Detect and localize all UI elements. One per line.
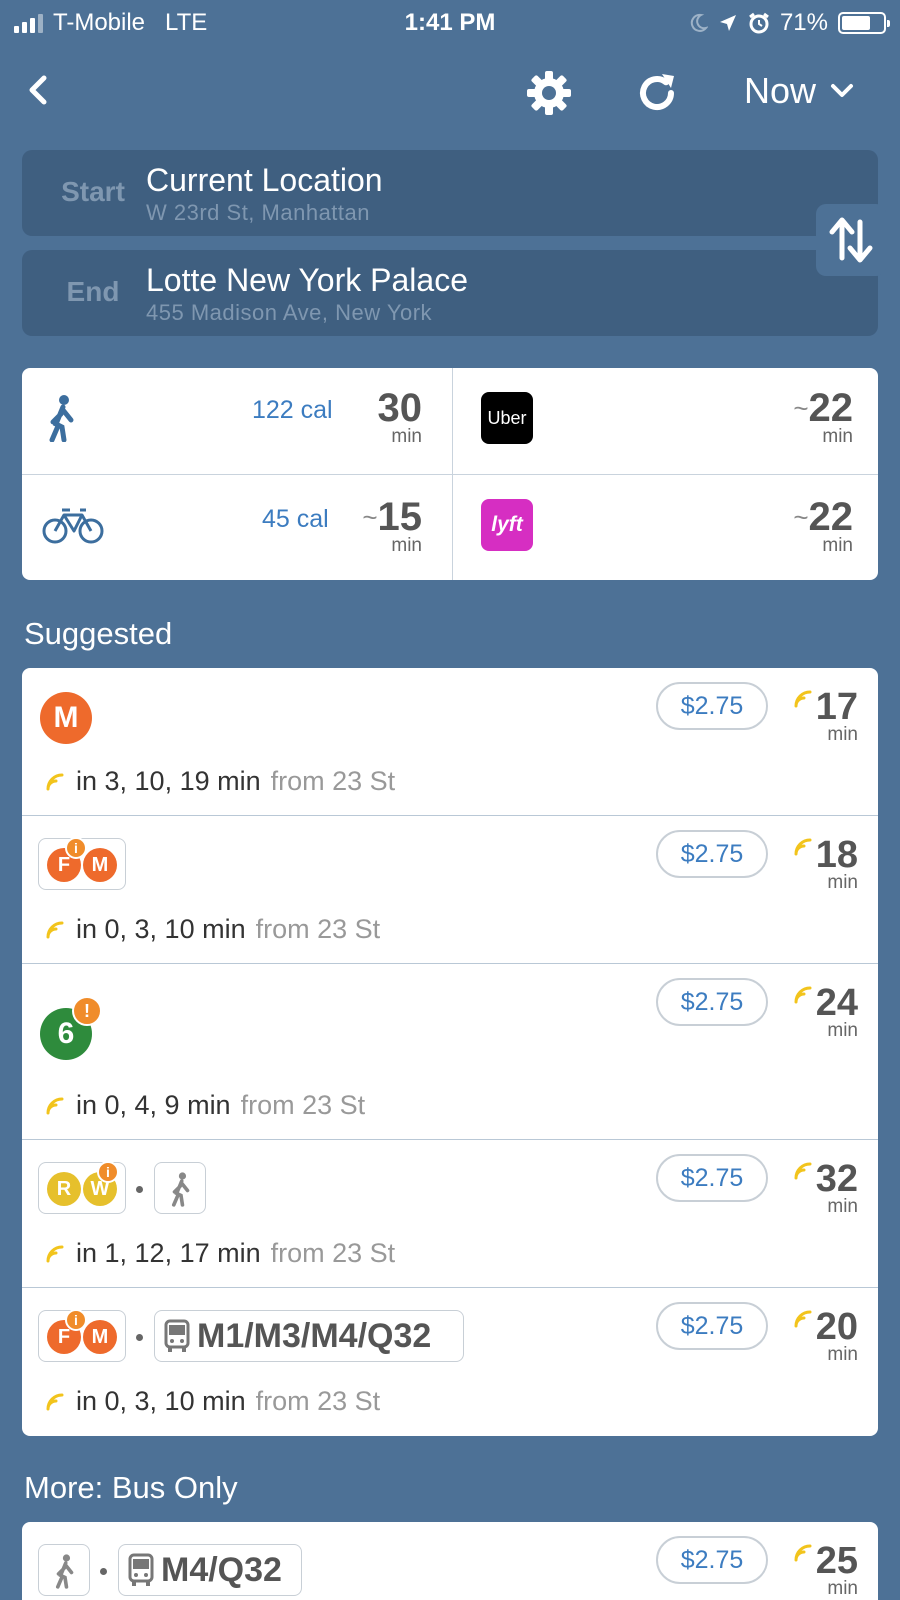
moon-icon [690, 13, 708, 32]
departures: in 1, 12, 17 min from 23 St [44, 1238, 395, 1269]
departures: in 3, 10, 19 min from 23 St [44, 766, 395, 797]
time-select[interactable]: Now [744, 70, 854, 112]
lyft-duration: ~22 min [793, 495, 853, 556]
end-field[interactable]: End Lotte New York Palace 455 Madison Av… [22, 250, 878, 336]
realtime-icon [46, 1245, 64, 1262]
walk-segment [154, 1162, 206, 1214]
route-row[interactable]: R W i $2.75 32 min in 1, 12, 17 min from 2… [22, 1140, 878, 1288]
status-bar: T-Mobile LTE 1:41 PM 71% [0, 0, 900, 46]
line-group: F M i [38, 1309, 126, 1362]
lyft-option[interactable]: lyft ~22 min [453, 475, 878, 580]
route-row[interactable]: F M i $2.75 18 min in 0, 3, 10 min from 23… [22, 816, 878, 964]
departures: in 0, 3, 10 min from 23 St [44, 914, 380, 945]
chevron-down-icon [831, 84, 854, 97]
fare-badge: $2.75 [656, 830, 768, 878]
info-icon[interactable]: i [65, 1309, 87, 1331]
route-duration: 17 min [815, 686, 858, 745]
segment-separator [100, 1568, 107, 1575]
route-duration: 18 min [815, 834, 858, 893]
uber-option[interactable]: Uber ~22 min [453, 368, 878, 474]
walk-icon [55, 1554, 74, 1589]
segment-separator [136, 1334, 143, 1341]
walk-segment [38, 1544, 90, 1596]
uber-logo: Uber [481, 392, 533, 444]
fare-badge: $2.75 [656, 1154, 768, 1202]
bike-calories: 45 cal [262, 505, 329, 533]
segment-separator [136, 1186, 143, 1193]
swap-button[interactable] [816, 204, 886, 276]
battery-percent: 71% [779, 9, 828, 36]
line-badge-m: M [40, 692, 92, 744]
bus-icon [164, 1319, 190, 1352]
route-duration: 32 min [815, 1158, 858, 1217]
time-select-label: Now [744, 70, 817, 111]
realtime-icon [46, 773, 64, 790]
line-group: R W i [38, 1161, 126, 1214]
end-label: End [66, 276, 120, 307]
bus-icon [128, 1553, 154, 1586]
route-row[interactable]: F M i M1/M3/M4/Q32 $2.75 20 min in 0, 3, … [22, 1288, 878, 1436]
bus-segment: M4/Q32 [118, 1544, 302, 1596]
start-field[interactable]: Start Current Location W 23rd St, Manhat… [22, 150, 878, 236]
bus-routes-label: M1/M3/M4/Q32 [197, 1316, 432, 1355]
bus-routes-label: M4/Q32 [161, 1550, 282, 1589]
walk-icon [171, 1172, 190, 1207]
start-name: Current Location [146, 162, 383, 198]
route-row[interactable]: 6 ! $2.75 24 min in 0, 4, 9 min from 23 St [22, 964, 878, 1140]
route-duration: 20 min [815, 1306, 858, 1365]
bike-duration: ~15 min [362, 495, 422, 556]
bus-segment: M1/M3/M4/Q32 [154, 1310, 464, 1362]
gear-icon[interactable] [524, 68, 574, 118]
start-label: Start [61, 176, 125, 207]
realtime-icon [46, 1097, 64, 1114]
section-title-bus-only: More: Bus Only [24, 1470, 238, 1505]
info-icon[interactable]: i [97, 1161, 119, 1183]
realtime-icon [46, 1393, 64, 1410]
end-name: Lotte New York Palace [146, 262, 468, 298]
realtime-icon [46, 921, 64, 938]
section-title-suggested: Suggested [24, 616, 173, 651]
walk-calories: 122 cal [252, 396, 333, 424]
uber-duration: ~22 min [793, 386, 853, 447]
walk-duration: 30 min [377, 386, 423, 447]
walk-option[interactable]: 122 cal 30 min [22, 368, 452, 474]
back-chevron-icon[interactable] [20, 70, 60, 110]
travel-modes-card: 122 cal 30 min 45 cal ~15 min Uber ~22 m… [22, 368, 878, 580]
suggested-routes-list: M $2.75 17 min in 3, 10, 19 min from 23 St… [22, 668, 878, 1436]
bike-icon [42, 508, 104, 544]
line-group: F M i [38, 837, 126, 890]
bus-only-routes-list: M4/Q32 $2.75 25 min [22, 1522, 878, 1600]
line-badge-m: M [83, 848, 117, 882]
departures: in 0, 3, 10 min from 23 St [44, 1386, 380, 1417]
line-badge-r: R [47, 1172, 81, 1206]
departures: in 0, 4, 9 min from 23 St [44, 1090, 365, 1121]
bike-option[interactable]: 45 cal ~15 min [22, 475, 452, 580]
lyft-logo: lyft [481, 499, 533, 551]
fare-badge: $2.75 [656, 978, 768, 1026]
line-badge-m: M [83, 1320, 117, 1354]
fare-badge: $2.75 [656, 1536, 768, 1584]
route-row[interactable]: M $2.75 17 min in 3, 10, 19 min from 23 St [22, 668, 878, 816]
swap-icon [829, 217, 873, 263]
location-arrow-icon [719, 15, 736, 31]
alarm-icon [749, 12, 769, 34]
walk-icon [49, 395, 74, 442]
route-duration: 24 min [815, 982, 858, 1041]
info-icon[interactable]: i [65, 837, 87, 859]
fare-badge: $2.75 [656, 1302, 768, 1350]
end-address: 455 Madison Ave, New York [146, 300, 433, 325]
start-address: W 23rd St, Manhattan [146, 200, 370, 225]
info-icon[interactable]: ! [72, 996, 102, 1026]
route-duration: 25 min [815, 1540, 858, 1599]
fare-badge: $2.75 [656, 682, 768, 730]
battery-icon [838, 12, 890, 34]
refresh-icon[interactable] [632, 68, 682, 118]
route-row[interactable]: M4/Q32 $2.75 25 min [22, 1522, 878, 1600]
